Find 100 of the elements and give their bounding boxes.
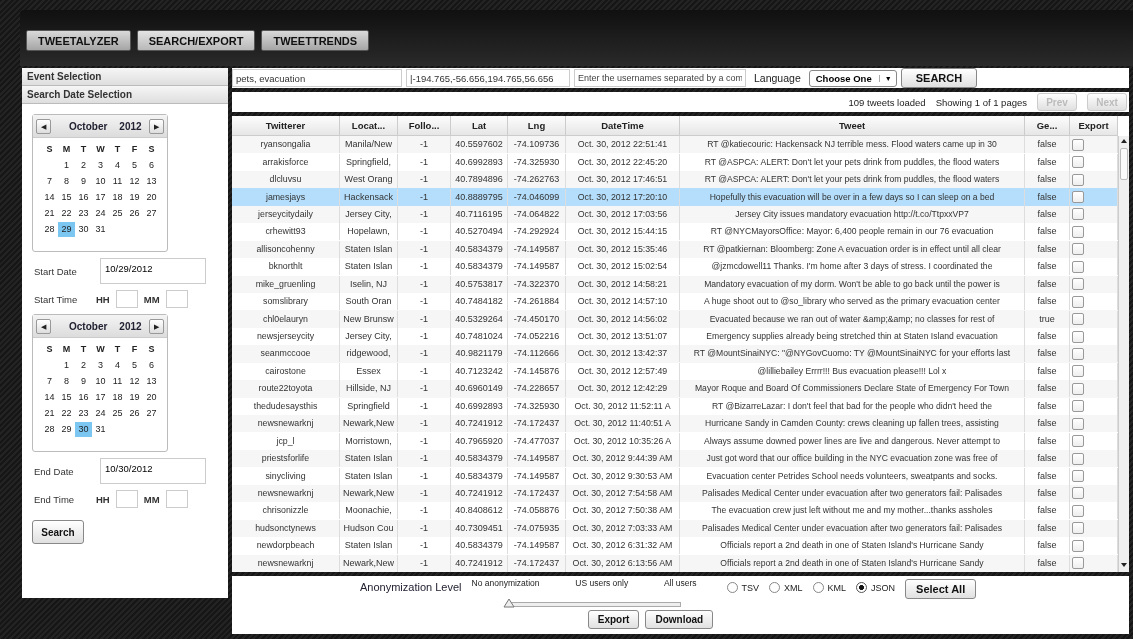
calendar-day[interactable]: 14 [41,189,58,205]
calendar-day[interactable]: 19 [126,389,143,405]
calendar-day[interactable]: 24 [92,405,109,421]
scrollbar[interactable] [1118,136,1129,572]
calendar-day[interactable]: 9 [75,373,92,389]
calendar-day[interactable]: 23 [75,205,92,221]
calendar-day[interactable]: 24 [92,205,109,221]
format-radio[interactable]: KML [812,582,847,593]
calendar-day[interactable]: 14 [41,389,58,405]
calendar-day[interactable]: 31 [92,221,109,237]
format-radio[interactable]: JSON [856,582,896,593]
search-button[interactable]: SEARCH [900,68,978,88]
table-row[interactable]: ryansongalia Manila/New -1 40.5597602 -74.109736 Oct. 30, 2012 22:51:41 RT @katiecouric: Hackensack NJ terrible mess. Flood waters came up in 30 false [232,136,1118,154]
export-checkbox[interactable] [1072,504,1084,517]
export-checkbox[interactable] [1072,417,1084,430]
calendar-day[interactable]: 17 [92,389,109,405]
calendar-day[interactable]: 5 [126,357,143,373]
column-header[interactable]: Ge... [1025,116,1070,135]
calendar-day[interactable]: 28 [41,221,58,237]
calendar-day[interactable]: 13 [143,373,160,389]
date-field[interactable]: 10/29/2012 [100,258,206,284]
calendar-day[interactable]: 22 [58,205,75,221]
export-checkbox[interactable] [1072,313,1084,326]
format-radio[interactable]: XML [769,582,803,593]
export-checkbox[interactable] [1072,278,1084,291]
calendar-day[interactable]: 9 [75,173,92,189]
export-checkbox[interactable] [1072,365,1084,378]
export-checkbox[interactable] [1072,225,1084,238]
column-header[interactable]: Locat... [340,116,398,135]
scroll-thumb[interactable] [1120,148,1128,180]
calendar-day[interactable]: 7 [41,373,58,389]
search-button[interactable]: Search [32,520,84,544]
hours-field[interactable] [115,290,138,308]
export-button[interactable]: Export [587,610,640,629]
calendar-day[interactable]: 25 [109,205,126,221]
calendar-day[interactable]: 3 [92,357,109,373]
calendar-day[interactable]: 10 [92,373,109,389]
export-checkbox[interactable] [1072,539,1084,552]
export-checkbox[interactable] [1072,522,1084,535]
export-checkbox[interactable] [1072,191,1084,204]
calendar-day[interactable]: 25 [109,405,126,421]
calendar-day[interactable]: 20 [143,389,160,405]
calendar-day[interactable]: 11 [109,173,126,189]
calendar-day[interactable]: 16 [75,389,92,405]
calendar-day[interactable]: 11 [109,373,126,389]
calendar-day[interactable]: 10 [92,173,109,189]
export-checkbox[interactable] [1072,173,1084,186]
export-checkbox[interactable] [1072,260,1084,273]
calendar-day[interactable]: 3 [92,157,109,173]
calendar-day[interactable]: 12 [126,173,143,189]
calendar-day[interactable]: 8 [58,173,75,189]
calendar-day[interactable]: 7 [41,173,58,189]
app-tab[interactable]: SEARCH/EXPORT [136,30,256,51]
calendar-day[interactable]: 31 [92,421,109,437]
calendar-day[interactable]: 27 [143,405,160,421]
date-field[interactable]: 10/30/2012 [100,458,206,484]
calendar-day[interactable]: 4 [109,357,126,373]
export-checkbox[interactable] [1072,330,1084,343]
export-checkbox[interactable] [1072,435,1084,448]
calendar-day[interactable]: 8 [58,373,75,389]
bounding-box-field[interactable]: |-194.765,-56.656,194.765,56.656 [406,69,570,87]
calendar-day[interactable]: 23 [75,405,92,421]
column-header[interactable]: DateTime [566,116,680,135]
column-header[interactable]: Follo... [398,116,451,135]
export-checkbox[interactable] [1072,295,1084,308]
accordion-header[interactable]: Event Selection [22,68,228,86]
calendar-day[interactable]: 15 [58,189,75,205]
calendar-day[interactable]: 22 [58,405,75,421]
export-checkbox[interactable] [1072,382,1084,395]
calendar-day[interactable]: 2 [75,357,92,373]
minutes-field[interactable] [165,490,188,508]
calendar-day[interactable]: 1 [58,157,75,173]
calendar-day[interactable]: 29 [58,221,75,237]
export-checkbox[interactable] [1072,208,1084,221]
calendar-day[interactable]: 19 [126,189,143,205]
column-header[interactable]: Lng [508,116,566,135]
export-checkbox[interactable] [1072,452,1084,465]
app-tab[interactable]: TWEETTRENDS [261,30,370,51]
slider-thumb[interactable] [502,598,515,608]
column-header[interactable]: Tweet [680,116,1025,135]
calendar-day[interactable]: 16 [75,189,92,205]
scroll-down-icon[interactable] [1120,562,1128,568]
minutes-field[interactable] [165,290,188,308]
export-checkbox[interactable] [1072,487,1084,500]
calendar-day[interactable]: 4 [109,157,126,173]
calendar-day[interactable]: 20 [143,189,160,205]
download-button[interactable]: Download [645,610,714,629]
calendar-day[interactable]: 21 [41,405,58,421]
accordion-header[interactable]: Search Date Selection [22,86,228,104]
calendar-day[interactable]: 6 [143,157,160,173]
calendar-day[interactable]: 18 [109,389,126,405]
export-checkbox[interactable] [1072,347,1084,360]
app-tab[interactable]: TWEETALYZER [26,30,131,51]
calendar-day[interactable]: 30 [75,421,92,437]
export-checkbox[interactable] [1072,470,1084,483]
calendar-day[interactable]: 30 [75,221,92,237]
format-radio[interactable]: TSV [726,582,760,593]
scroll-up-icon[interactable] [1120,138,1128,144]
select-all-button[interactable]: Select All [905,579,977,599]
calendar-day[interactable]: 28 [41,421,58,437]
